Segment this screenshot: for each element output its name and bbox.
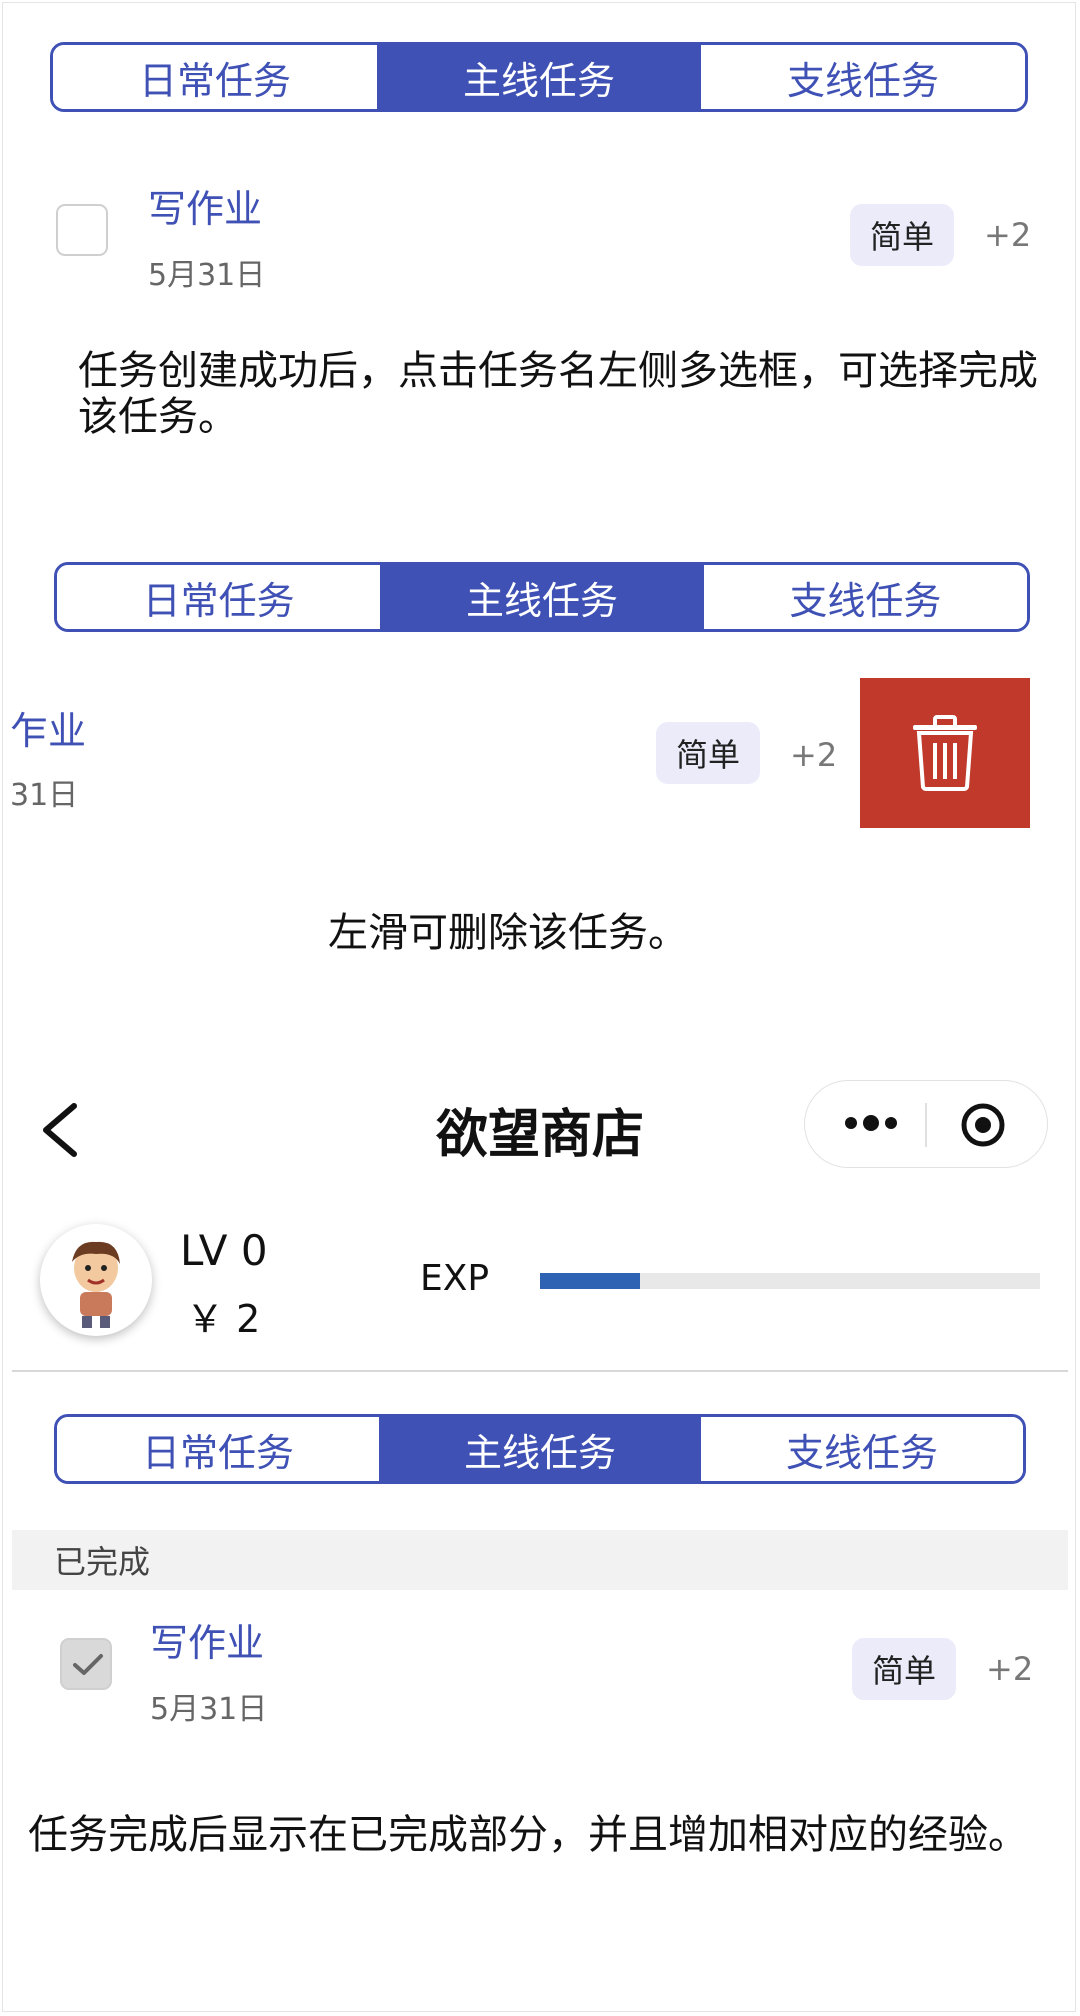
tab-side[interactable]: 支线任务 [703, 565, 1027, 629]
delete-hint-caption: 左滑可删除该任务。 [328, 910, 688, 956]
swiped-task-title[interactable]: 乍业 [10, 700, 86, 755]
task-points: +2 [986, 1650, 1034, 1688]
tab-daily[interactable]: 日常任务 [53, 45, 377, 109]
tab-side[interactable]: 支线任务 [701, 45, 1025, 109]
capsule-divider [925, 1103, 927, 1147]
mini-program-capsule [804, 1080, 1048, 1168]
task-checkbox[interactable] [56, 204, 108, 256]
task-date: 5月31日 [150, 1692, 268, 1727]
completed-hint-caption: 任务完成后显示在已完成部分，并且增加相对应的经验。 [28, 1812, 1028, 1858]
tab-side[interactable]: 支线任务 [701, 1417, 1023, 1481]
difficulty-badge: 简单 [852, 1638, 957, 1700]
task-checkbox-checked[interactable] [60, 1638, 112, 1690]
task-title[interactable]: 写作业 [150, 1612, 264, 1667]
task-date: 5月31日 [148, 258, 266, 293]
tab-daily[interactable]: 日常任务 [57, 565, 381, 629]
avatar[interactable] [40, 1224, 152, 1336]
target-circle-icon[interactable] [959, 1101, 1007, 1153]
task-points: +2 [790, 736, 838, 774]
task-points: +2 [984, 216, 1032, 254]
difficulty-badge: 简单 [656, 722, 761, 784]
user-level: LV 0 [180, 1226, 268, 1275]
task-title[interactable]: 写作业 [148, 178, 262, 233]
task-type-tabs: 日常任务 主线任务 支线任务 [50, 42, 1028, 112]
delete-button[interactable] [860, 678, 1030, 828]
exp-progress-fill [540, 1273, 640, 1289]
complete-hint-caption: 任务创建成功后，点击任务名左侧多选框，可选择完成该任务。 [78, 348, 1038, 440]
divider [12, 1370, 1068, 1372]
trash-icon [913, 715, 977, 791]
tab-daily[interactable]: 日常任务 [57, 1417, 379, 1481]
tab-main[interactable]: 主线任务 [380, 565, 704, 629]
checkmark-icon [73, 1654, 103, 1675]
exp-progress-track [540, 1273, 1040, 1289]
swiped-task-date: 31日 [10, 778, 79, 813]
task-type-tabs: 日常任务 主线任务 支线任务 [54, 1414, 1026, 1484]
more-dots-icon[interactable] [843, 1111, 899, 1139]
exp-label: EXP [420, 1258, 490, 1299]
tab-main[interactable]: 主线任务 [377, 45, 701, 109]
completed-section-header: 已完成 [12, 1530, 1068, 1590]
task-type-tabs: 日常任务 主线任务 支线任务 [54, 562, 1030, 632]
difficulty-badge: 简单 [850, 204, 955, 266]
completed-section-label: 已完成 [54, 1543, 151, 1581]
user-money: ￥ 2 [186, 1297, 261, 1341]
tab-main[interactable]: 主线任务 [379, 1417, 701, 1481]
